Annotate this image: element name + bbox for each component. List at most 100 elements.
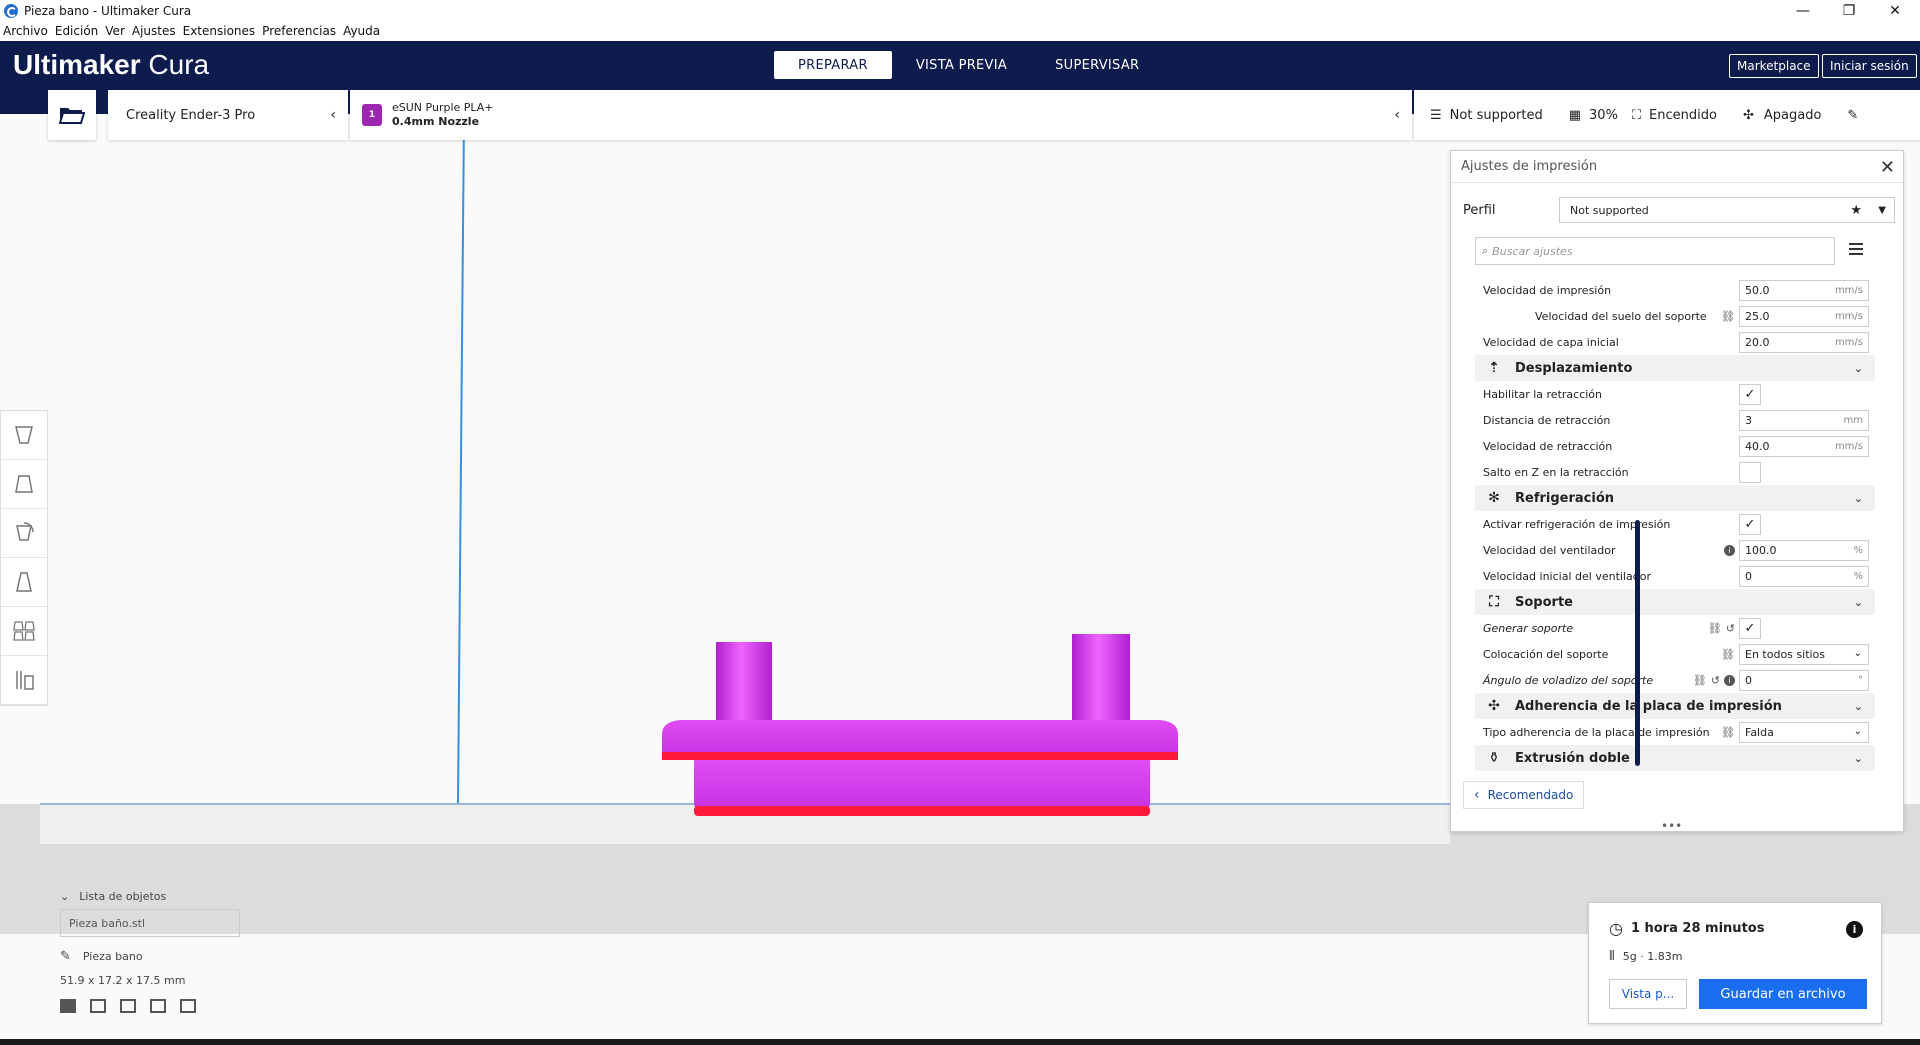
tab-supervisar[interactable]: SUPERVISAR — [1031, 51, 1163, 79]
link-icon[interactable]: ⛓ — [1721, 648, 1735, 661]
setting-dropdown[interactable]: Falda ⌄ — [1739, 722, 1869, 743]
setting-value: 40.0 — [1745, 440, 1770, 453]
pencil-icon: ✎ — [1847, 107, 1859, 123]
setting-value: 0 — [1745, 674, 1752, 687]
link-icon[interactable]: ⛓ — [1721, 310, 1735, 323]
link-icon[interactable]: ⛓ — [1721, 726, 1735, 739]
preview-button[interactable]: Vista p... — [1609, 979, 1687, 1009]
setting-icons: ⛓ ↺ i — [1675, 670, 1735, 691]
menu-edicion[interactable]: Edición — [55, 24, 98, 38]
link-icon[interactable]: ⛓ — [1708, 622, 1722, 635]
menu-ajustes[interactable]: Ajustes — [132, 24, 176, 38]
setting-checkbox[interactable]: ✓ — [1739, 618, 1761, 639]
reset-icon[interactable]: ↺ — [1726, 622, 1735, 635]
signin-button[interactable]: Iniciar sesión — [1822, 54, 1917, 78]
view-right-icon[interactable] — [180, 999, 196, 1013]
recommended-button[interactable]: ‹ Recomendado — [1463, 781, 1585, 809]
pencil-icon[interactable]: ✎ — [60, 949, 71, 964]
quick-support: Encendido — [1649, 107, 1717, 123]
setting-velocidad-del-ventilador: Velocidad del ventilador i 100.0% — [1475, 537, 1875, 563]
setting-icons: ⛓ — [1675, 722, 1735, 743]
quick-profile: Not supported — [1449, 107, 1543, 123]
setting-velocidad-de-impresion: Velocidad de impresión 50.0 mm/s — [1475, 277, 1875, 303]
view-3d-icon[interactable] — [60, 999, 76, 1013]
close-icon[interactable]: ✕ — [1880, 157, 1895, 178]
material-selector[interactable]: 1 eSUN Purple PLA+ 0.4mm Nozzle ‹ — [350, 90, 1412, 140]
category-soporte[interactable]: ⛶ Soporte ⌄ — [1475, 589, 1875, 615]
printer-selector[interactable]: Creality Ender-3 Pro ‹ — [108, 90, 348, 140]
setting-input[interactable]: 40.0 mm/s — [1739, 436, 1869, 457]
setting-unit: mm/s — [1834, 285, 1863, 296]
per-model-settings-icon[interactable] — [1, 607, 47, 656]
mirror-tool-icon[interactable] — [1, 558, 47, 607]
maximize-icon[interactable]: ❐ — [1826, 0, 1872, 21]
setting-input[interactable]: 50.0 mm/s — [1739, 280, 1869, 301]
setting-label: Velocidad de capa inicial — [1483, 335, 1619, 349]
setting-value: 3 — [1745, 414, 1752, 427]
setting-checkbox[interactable]: ✓ — [1739, 514, 1761, 535]
ultimaker-cura-logo: Ultimaker Cura — [13, 49, 209, 81]
model-pieza-bano[interactable] — [650, 614, 1190, 924]
category-refrigeracion[interactable]: ✻ Refrigeración ⌄ — [1475, 485, 1875, 511]
minimize-icon[interactable]: — — [1780, 0, 1826, 21]
open-file-button[interactable] — [48, 90, 96, 140]
profile-dropdown[interactable]: Not supported ★ ▼ — [1559, 197, 1895, 223]
category-adherencia-de-la-placa-de-impresion[interactable]: ✣ Adherencia de la placa de impresión ⌄ — [1475, 693, 1875, 719]
setting-unit: % — [1853, 545, 1863, 556]
setting-input[interactable]: 25.0 mm/s — [1739, 306, 1869, 327]
menu-extensiones[interactable]: Extensiones — [183, 24, 256, 38]
filament-icon: ⦀ — [1609, 949, 1615, 964]
info-icon[interactable]: i — [1724, 675, 1735, 686]
chevron-down-icon: ⌄ — [1853, 491, 1863, 505]
menu-ver[interactable]: Ver — [105, 24, 125, 38]
window-titlebar: Pieza bano - Ultimaker Cura — ❐ ✕ — [0, 0, 1920, 21]
setting-input[interactable]: 100.0% — [1739, 540, 1869, 561]
setting-checkbox[interactable]: ✓ — [1739, 384, 1761, 405]
logo-light: Cura — [148, 49, 210, 80]
settings-menu-icon[interactable] — [1849, 243, 1863, 258]
support-blocker-icon[interactable] — [1, 656, 47, 705]
adhesion-icon: ✣ — [1742, 107, 1754, 123]
object-list-item[interactable]: Pieza baño.stl — [60, 909, 240, 937]
settings-scrollbar[interactable] — [1635, 520, 1640, 766]
view-top-icon[interactable] — [120, 999, 136, 1013]
save-to-file-button[interactable]: Guardar en archivo — [1699, 979, 1867, 1009]
tab-preparar[interactable]: PREPARAR — [774, 51, 892, 79]
rotate-tool-icon[interactable] — [1, 509, 47, 558]
view-front-icon[interactable] — [90, 999, 106, 1013]
setting-label: Ángulo de voladizo del soporte — [1483, 673, 1654, 687]
reset-icon[interactable]: ↺ — [1711, 674, 1720, 687]
info-icon[interactable]: i — [1724, 545, 1735, 556]
support-icon: ⛶ — [1631, 107, 1642, 123]
category-desplazamiento[interactable]: ⇡ Desplazamiento ⌄ — [1475, 355, 1875, 381]
menu-preferencias[interactable]: Preferencias — [262, 24, 336, 38]
z-axis-line — [456, 114, 466, 804]
setting-label: Salto en Z en la retracción — [1483, 465, 1629, 479]
object-list-toggle[interactable]: ⌄ Lista de objetos — [60, 890, 240, 903]
setting-velocidad-inicial-del-ventilador: Velocidad inicial del ventilador 0% — [1475, 563, 1875, 589]
setting-dropdown[interactable]: En todos sitios ⌄ — [1739, 644, 1869, 665]
marketplace-button[interactable]: Marketplace — [1729, 54, 1819, 78]
star-icon[interactable]: ★ — [1850, 203, 1862, 218]
print-settings-selector[interactable]: ☰ Not supported ▦ 30% ⛶ Encendido ✣ Apag… — [1414, 90, 1920, 140]
menu-archivo[interactable]: Archivo — [3, 24, 48, 38]
setting-input[interactable]: 0% — [1739, 566, 1869, 587]
chevron-down-icon: ⌄ — [1853, 699, 1863, 713]
search-input[interactable]: ⌕ Buscar ajustes — [1475, 237, 1835, 265]
menu-ayuda[interactable]: Ayuda — [343, 24, 380, 38]
tab-vista-previa[interactable]: VISTA PREVIA — [892, 51, 1031, 79]
chevron-down-icon: ⌄ — [1853, 751, 1863, 765]
setting-checkbox[interactable] — [1739, 462, 1761, 483]
resize-handle-icon[interactable]: ••• — [1661, 819, 1682, 833]
move-tool-icon[interactable] — [1, 411, 47, 460]
setting-input[interactable]: 20.0 mm/s — [1739, 332, 1869, 353]
setting-unit: mm — [1843, 415, 1863, 426]
link-icon[interactable]: ⛓ — [1693, 674, 1707, 687]
info-icon[interactable]: i — [1846, 921, 1863, 938]
category-extrusion-doble[interactable]: ⚱ Extrusión doble ⌄ — [1475, 745, 1875, 771]
view-left-icon[interactable] — [150, 999, 166, 1013]
scale-tool-icon[interactable] — [1, 460, 47, 509]
setting-input[interactable]: 0 ° — [1739, 670, 1869, 691]
close-icon[interactable]: ✕ — [1872, 0, 1918, 21]
setting-input[interactable]: 3 mm — [1739, 410, 1869, 431]
